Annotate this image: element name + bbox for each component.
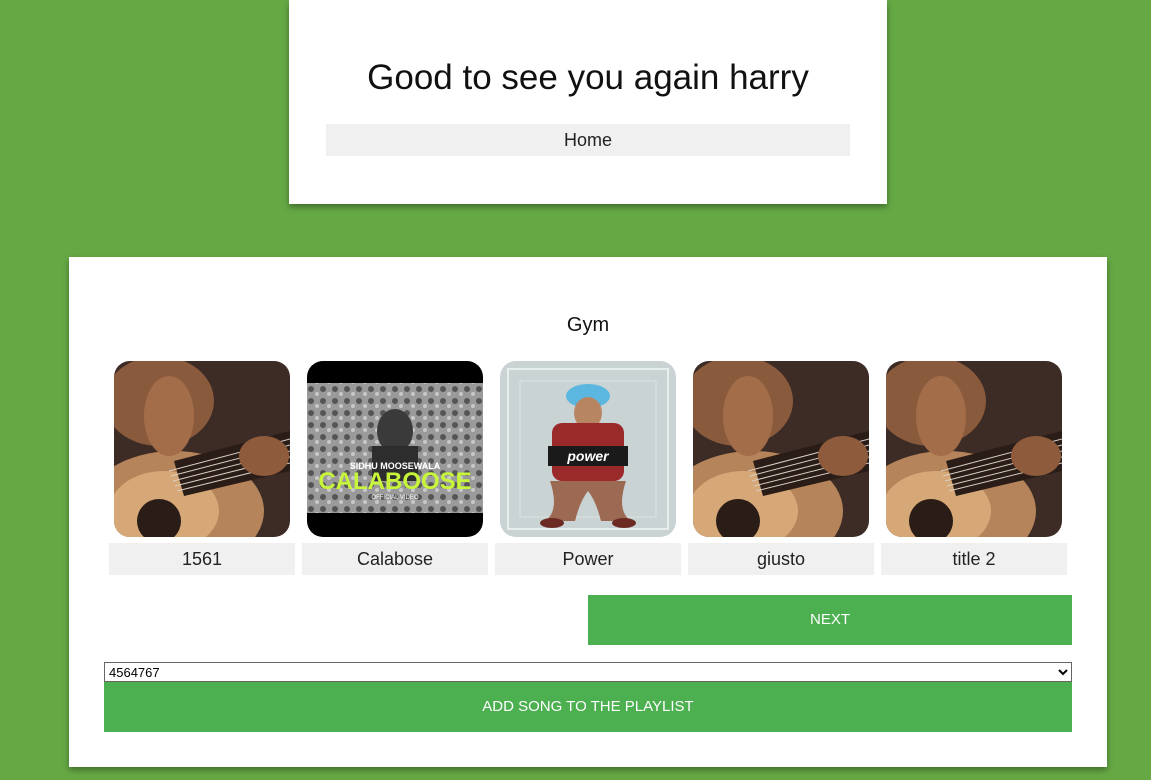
- power-cover-image: power: [500, 361, 676, 537]
- greeting-heading: Good to see you again harry: [367, 58, 809, 97]
- song-card[interactable]: SIDHU MOOSEWALA CALABOOSE OFFICIAL VIDEO…: [302, 361, 488, 575]
- guitar-artwork-image: [886, 361, 1062, 537]
- song-title: 1561: [109, 543, 295, 575]
- welcome-card: Good to see you again harry Home: [289, 0, 887, 204]
- cover-title-text: power: [566, 448, 610, 464]
- song-select-wrapper: 4564767: [104, 662, 1072, 682]
- song-card[interactable]: 1561: [109, 361, 295, 575]
- playlist-title: Gym: [566, 314, 610, 336]
- guitar-artwork-image: [114, 361, 290, 537]
- song-title: title 2: [881, 543, 1067, 575]
- calaboose-cover-image: SIDHU MOOSEWALA CALABOOSE OFFICIAL VIDEO: [307, 361, 483, 537]
- song-title: giusto: [688, 543, 874, 575]
- song-title: Calabose: [302, 543, 488, 575]
- song-card[interactable]: power Power: [495, 361, 681, 575]
- guitar-artwork-image: [693, 361, 869, 537]
- song-select[interactable]: 4564767: [104, 662, 1072, 682]
- playlist-card: Gym 1561 SIDHU MOOSEWALA CALABOOSE OFFIC…: [69, 257, 1107, 767]
- cover-title-text: CALABOOSE: [318, 468, 471, 495]
- song-title: Power: [495, 543, 681, 575]
- song-card[interactable]: giusto: [688, 361, 874, 575]
- next-button[interactable]: NEXT: [588, 595, 1072, 645]
- add-song-button[interactable]: ADD SONG TO THE PLAYLIST: [104, 682, 1072, 732]
- cover-subtitle-text: OFFICIAL VIDEO: [371, 495, 418, 501]
- home-link[interactable]: Home: [326, 124, 850, 156]
- song-card[interactable]: title 2: [881, 361, 1067, 575]
